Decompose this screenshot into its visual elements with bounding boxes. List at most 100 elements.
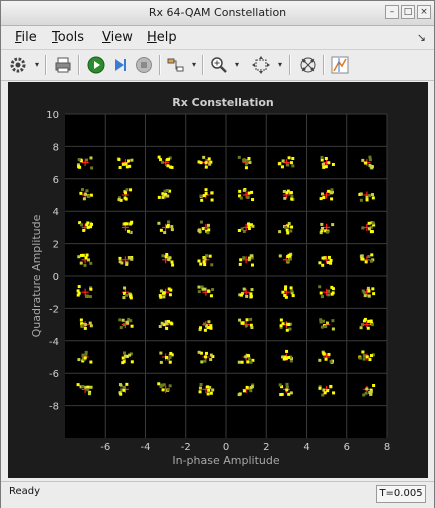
- received-symbol: [289, 229, 293, 233]
- received-symbol: [369, 390, 373, 394]
- received-symbol: [248, 160, 252, 164]
- received-symbol: [367, 227, 371, 231]
- received-symbol: [86, 385, 90, 389]
- menu-bar: File Tools View Help ↘: [1, 26, 434, 48]
- received-symbol: [250, 325, 254, 329]
- received-symbol: [117, 158, 121, 162]
- received-symbol: [121, 162, 125, 166]
- received-symbol: [322, 352, 326, 356]
- received-symbol: [79, 261, 83, 265]
- received-symbol: [288, 257, 292, 261]
- settings-dropdown-icon[interactable]: ▾: [33, 60, 41, 70]
- x-tick-label: -6: [100, 442, 110, 453]
- received-symbol: [168, 384, 172, 388]
- received-symbol: [206, 392, 210, 396]
- received-symbol: [331, 287, 335, 291]
- received-symbol: [157, 155, 161, 159]
- received-symbol: [250, 263, 254, 267]
- received-symbol: [204, 355, 208, 359]
- received-symbol: [119, 392, 123, 396]
- received-symbol: [279, 318, 283, 322]
- received-symbol: [249, 294, 253, 298]
- signal-selector-icon[interactable]: [165, 54, 187, 76]
- received-symbol: [169, 321, 173, 325]
- y-tick-label: 6: [53, 175, 59, 186]
- constellation-chart[interactable]: Rx Constellation -6 -4 -2 0 2 4 6 8 -8 -6 -4 -2 0 2 4…: [8, 82, 428, 478]
- received-symbol: [365, 198, 369, 202]
- x-tick-label: 2: [263, 442, 269, 453]
- received-symbol: [280, 165, 284, 169]
- received-symbol: [203, 263, 207, 267]
- y-tick-label: 8: [53, 142, 59, 153]
- signal-dropdown-icon[interactable]: ▾: [190, 60, 198, 70]
- stop-icon[interactable]: [133, 54, 155, 76]
- received-symbol: [169, 351, 173, 355]
- received-symbol: [249, 389, 253, 393]
- received-symbol: [245, 318, 249, 322]
- received-symbol: [319, 197, 323, 201]
- received-symbol: [77, 255, 81, 259]
- received-symbol: [81, 353, 85, 357]
- received-symbol: [81, 324, 85, 328]
- received-symbol: [285, 228, 289, 232]
- received-symbol: [205, 254, 209, 258]
- zoom-dropdown-icon[interactable]: ▾: [233, 60, 241, 70]
- received-symbol: [320, 155, 324, 159]
- received-symbol: [204, 188, 208, 192]
- received-symbol: [76, 289, 80, 293]
- received-symbol: [160, 383, 164, 387]
- received-symbol: [130, 220, 134, 224]
- received-symbol: [371, 287, 375, 291]
- close-icon[interactable]: ×: [417, 5, 431, 19]
- title-bar[interactable]: Rx 64-QAM Constellation – □ ×: [1, 1, 434, 26]
- run-icon[interactable]: [85, 54, 107, 76]
- menu-help[interactable]: Help: [147, 30, 177, 45]
- received-symbol: [207, 320, 211, 324]
- received-symbol: [170, 225, 174, 229]
- received-symbol: [129, 188, 133, 192]
- received-symbol: [290, 197, 294, 201]
- received-symbol: [171, 263, 175, 267]
- received-symbol: [323, 391, 327, 395]
- received-symbol: [322, 196, 326, 200]
- received-symbol: [168, 293, 172, 297]
- received-symbol: [327, 255, 331, 259]
- received-symbol: [367, 319, 371, 323]
- fit-dropdown-icon[interactable]: ▾: [276, 60, 284, 70]
- received-symbol: [166, 194, 170, 198]
- received-symbol: [332, 391, 336, 395]
- restore-icon[interactable]: □: [401, 5, 415, 19]
- received-symbol: [362, 357, 366, 361]
- dock-arrow-icon[interactable]: ↘: [417, 31, 426, 44]
- status-bar: Ready T=0.005: [1, 481, 434, 508]
- received-symbol: [203, 359, 207, 363]
- received-symbol: [209, 353, 213, 357]
- print-icon[interactable]: [52, 54, 74, 76]
- received-symbol: [127, 159, 131, 163]
- received-symbol: [291, 156, 295, 160]
- menu-view[interactable]: View: [102, 30, 133, 45]
- received-symbol: [369, 165, 373, 169]
- zoom-in-icon[interactable]: [208, 54, 230, 76]
- received-symbol: [283, 196, 287, 200]
- received-symbol: [282, 189, 286, 193]
- received-symbol: [130, 360, 134, 364]
- received-symbol: [77, 158, 81, 162]
- received-symbol: [87, 195, 91, 199]
- menu-tools[interactable]: Tools: [52, 30, 84, 45]
- fit-to-view-icon[interactable]: [250, 54, 272, 76]
- received-symbol: [157, 382, 161, 386]
- received-symbol: [159, 360, 163, 364]
- received-symbol: [167, 220, 171, 224]
- received-symbol: [359, 198, 363, 202]
- received-symbol: [326, 389, 330, 393]
- menu-file[interactable]: File: [15, 30, 37, 45]
- settings-icon[interactable]: [7, 54, 29, 76]
- constellation-icon[interactable]: [297, 54, 319, 76]
- data-cursor-icon[interactable]: [329, 54, 351, 76]
- received-symbol: [287, 156, 291, 160]
- received-symbol: [210, 191, 214, 195]
- step-forward-icon[interactable]: [109, 54, 131, 76]
- received-symbol: [372, 383, 376, 387]
- minimize-icon[interactable]: –: [385, 5, 399, 19]
